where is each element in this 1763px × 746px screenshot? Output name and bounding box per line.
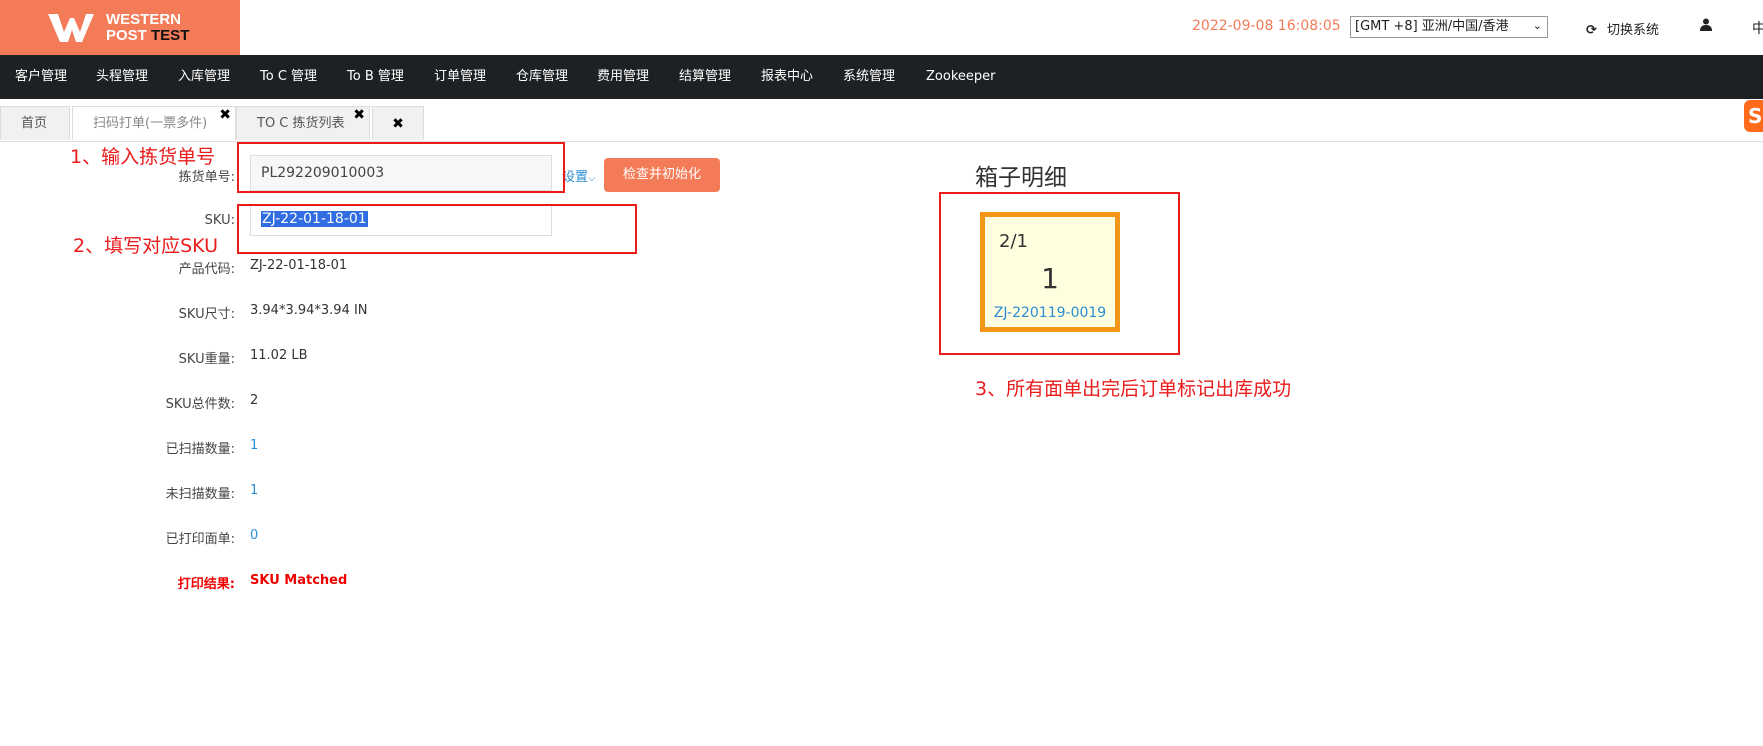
nav-customer[interactable]: 客户管理	[15, 55, 67, 99]
nav-warehouse[interactable]: 仓库管理	[516, 55, 568, 99]
close-icon[interactable]: ✖	[353, 98, 365, 132]
tab-home[interactable]: 首页	[0, 106, 70, 140]
switch-system-label: 切换系统	[1607, 23, 1660, 38]
sogou-ime-icon[interactable]: S	[1744, 100, 1763, 132]
sku-label: SKU:	[204, 213, 235, 228]
tab-home-label: 首页	[21, 116, 48, 131]
tab-bar: 首页 扫码打单(一票多件) ✖ TO C 拣货列表 ✖ ✖	[0, 99, 1763, 142]
tab-scan-print-label: 扫码打单(一票多件)	[93, 116, 208, 131]
logo-test: TEST	[151, 27, 190, 44]
annotation-step3: 3、所有面单出完后订单标记出库成功	[975, 378, 1292, 400]
timezone-select[interactable]: [GMT +8] 亚洲/中国/香港 ⌄	[1350, 16, 1548, 38]
logo-w-icon	[48, 14, 94, 42]
brand-logo[interactable]: WESTERN POST TEST	[0, 0, 240, 55]
printed-value: 0	[250, 528, 259, 543]
annotation-box-detail	[939, 192, 1180, 355]
user-glyph	[1700, 18, 1712, 31]
sku-weight-label: SKU重量:	[178, 352, 235, 367]
tab-toc-pick[interactable]: TO C 拣货列表 ✖	[236, 106, 370, 140]
nav-system[interactable]: 系统管理	[843, 55, 895, 99]
logo-line2: POST	[106, 27, 147, 44]
logo-line1: WESTERN	[106, 11, 181, 28]
logo-text: WESTERN POST TEST	[106, 12, 189, 44]
scanned-label: 已扫描数量:	[165, 442, 235, 457]
sku-total-value: 2	[250, 393, 259, 408]
close-all-tabs-button[interactable]: ✖	[372, 106, 424, 140]
check-init-button[interactable]: 检查并初始化	[604, 158, 720, 192]
tab-scan-print[interactable]: 扫码打单(一票多件) ✖	[72, 106, 236, 140]
unscanned-label: 未扫描数量:	[165, 487, 235, 502]
annotation-box-pick-no	[237, 142, 565, 193]
chevron-down-icon: ⌄	[1532, 19, 1542, 32]
nav-settlement[interactable]: 结算管理	[679, 55, 731, 99]
main-nav: 客户管理 头程管理 入库管理 To C 管理 To B 管理 订单管理 仓库管理…	[0, 55, 1763, 99]
print-result-value: SKU Matched	[250, 573, 348, 588]
nav-first-leg[interactable]: 头程管理	[96, 55, 148, 99]
switch-system-button[interactable]: ⟳ 切换系统	[1586, 19, 1659, 38]
close-icon: ✖	[392, 116, 404, 132]
refresh-icon: ⟳	[1586, 23, 1597, 38]
nav-zookeeper[interactable]: Zookeeper	[926, 55, 995, 99]
chevron-down-icon: ⌵	[588, 173, 596, 184]
user-icon[interactable]	[1700, 18, 1712, 35]
product-code-value: ZJ-22-01-18-01	[250, 258, 348, 273]
sku-size-value: 3.94*3.94*3.94 IN	[250, 303, 368, 318]
nav-order[interactable]: 订单管理	[434, 55, 486, 99]
sku-weight-value: 11.02 LB	[250, 348, 308, 363]
scanned-value: 1	[250, 438, 259, 453]
nav-toc[interactable]: To C 管理	[260, 55, 317, 99]
print-result-label: 打印结果:	[177, 577, 235, 592]
sku-total-label: SKU总件数:	[165, 397, 235, 412]
box-detail-title: 箱子明细	[975, 165, 1067, 191]
nav-report[interactable]: 报表中心	[761, 55, 813, 99]
tab-toc-pick-label: TO C 拣货列表	[257, 116, 345, 131]
language-toggle[interactable]: 中	[1752, 18, 1763, 38]
annotation-box-sku	[237, 204, 637, 254]
current-datetime: 2022-09-08 16:08:05	[1192, 18, 1341, 34]
sku-size-label: SKU尺寸:	[178, 307, 235, 322]
timezone-value: [GMT +8] 亚洲/中国/香港	[1355, 19, 1509, 34]
annotation-step1: 1、输入拣货单号	[70, 146, 216, 168]
nav-tob[interactable]: To B 管理	[347, 55, 404, 99]
product-code-label: 产品代码:	[178, 262, 235, 277]
settings-dropdown[interactable]: 设置⌵	[562, 166, 596, 185]
printed-label: 已打印面单:	[165, 532, 235, 547]
close-icon[interactable]: ✖	[219, 98, 231, 132]
nav-inbound[interactable]: 入库管理	[178, 55, 230, 99]
nav-fee[interactable]: 费用管理	[597, 55, 649, 99]
annotation-step2: 2、填写对应SKU	[73, 235, 219, 257]
settings-label: 设置	[562, 170, 589, 185]
unscanned-value: 1	[250, 483, 259, 498]
